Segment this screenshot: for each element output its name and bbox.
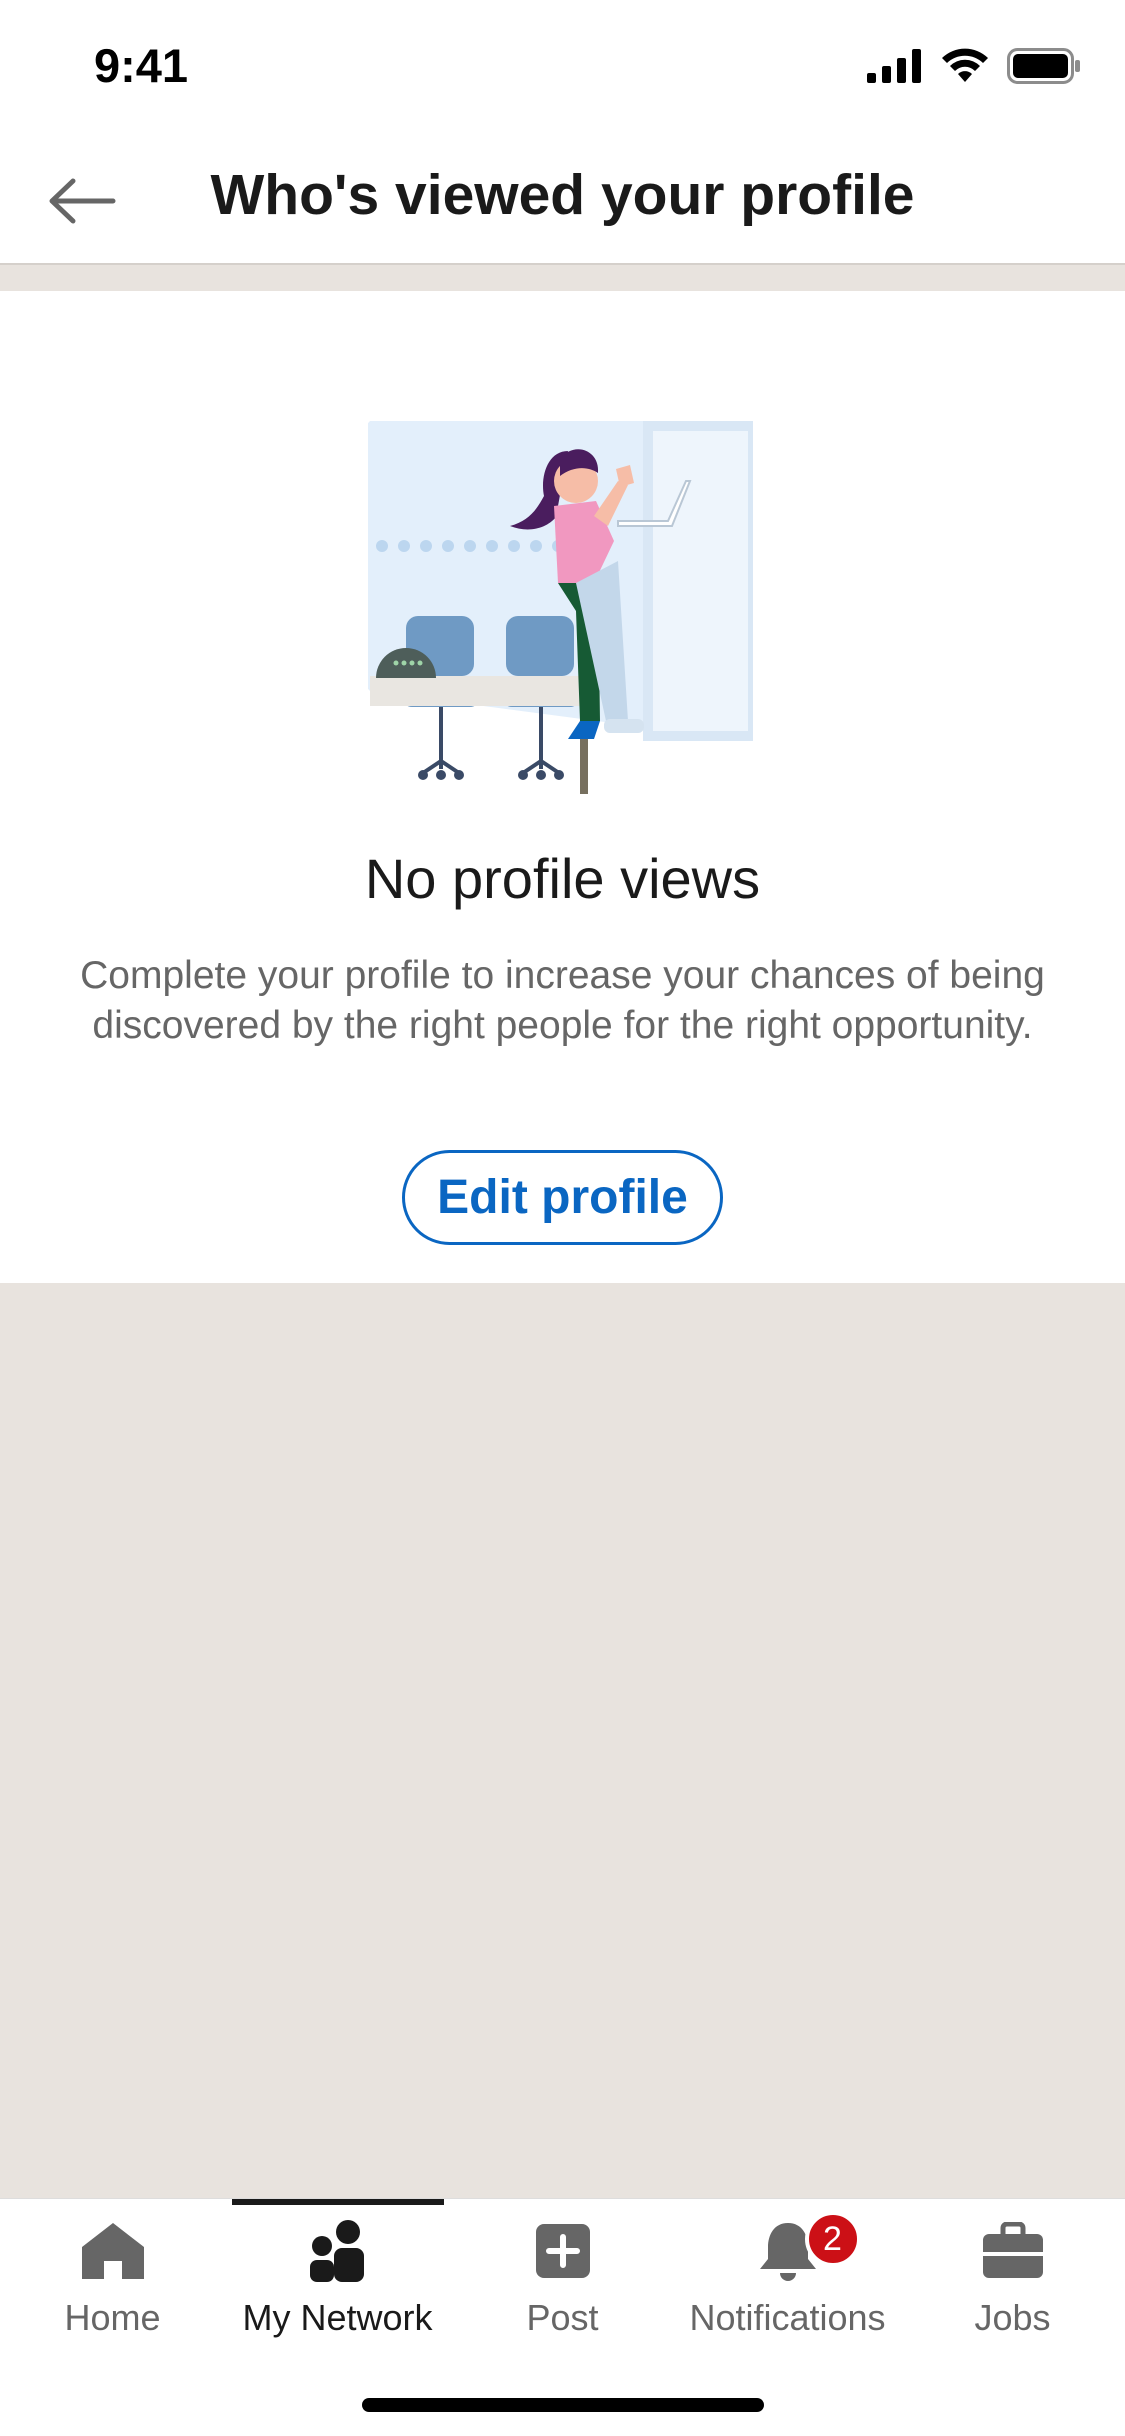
signal-icon [867,48,923,88]
nav-item-home[interactable]: Home [0,2199,225,2339]
home-indicator [362,2398,764,2412]
empty-state-description: Complete your profile to increase your c… [80,954,1045,1047]
edit-profile-button[interactable]: Edit profile [402,1150,723,1245]
briefcase-icon [978,2217,1048,2285]
header: Who's viewed your profile [0,140,1125,265]
nav-label-notifications: Notifications [689,2297,886,2338]
home-icon [78,2217,148,2285]
battery-icon [1007,47,1081,89]
notification-badge: 2 [804,2211,861,2267]
nav-item-my-network[interactable]: My Network [225,2199,450,2339]
empty-state-card: No profile views Complete your profile t… [0,291,1125,1283]
nav-item-notifications[interactable]: 2 Notifications [675,2199,900,2339]
nav-label-post: Post [526,2297,599,2338]
plus-square-icon [528,2217,598,2285]
empty-state-illustration [315,362,758,811]
bell-icon: 2 [753,2211,861,2285]
status-bar: 9:41 [0,0,1125,140]
nav-item-post[interactable]: Post [450,2199,675,2339]
empty-state-title: No profile views [364,847,761,910]
nav-label-home: Home [64,2297,161,2338]
nav-label-jobs: Jobs [974,2297,1051,2338]
status-icons [867,47,1081,89]
screen: 9:41 Who's viewed your profile No profil… [0,0,1125,2436]
people-icon [303,2217,373,2285]
wifi-icon [941,48,989,89]
status-time: 9:41 [94,39,189,92]
page-title: Who's viewed your profile [210,163,915,227]
nav-label-my-network: My Network [242,2297,433,2338]
nav-item-jobs[interactable]: Jobs [900,2199,1125,2339]
